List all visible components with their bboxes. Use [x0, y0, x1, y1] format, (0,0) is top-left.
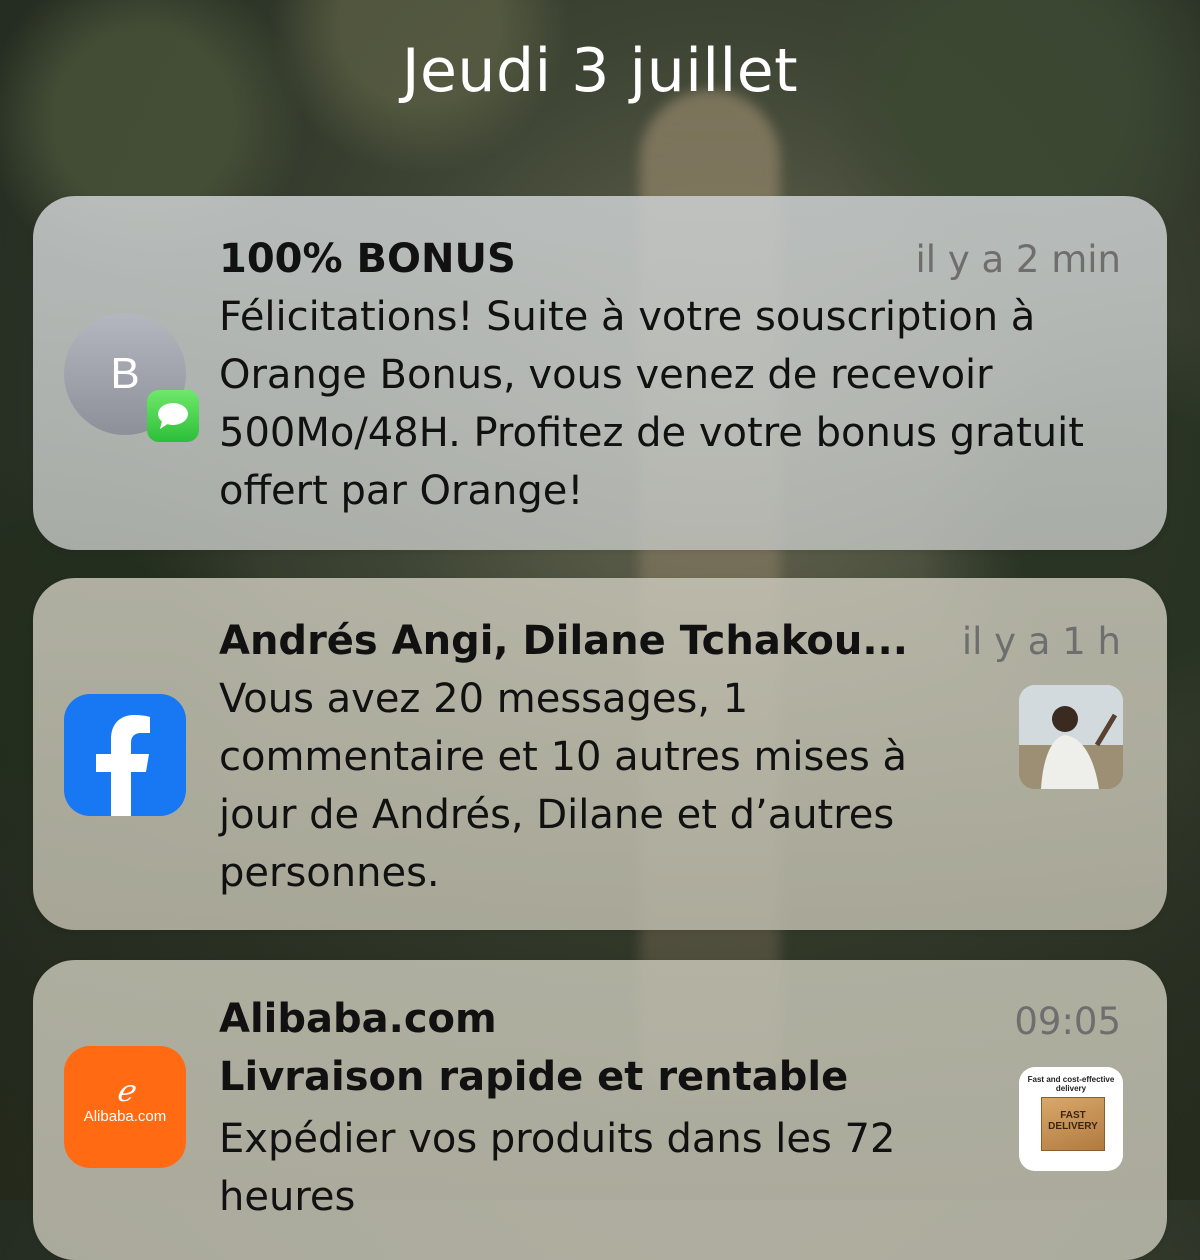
notification-facebook[interactable]: Andrés Angi, Dilane Tchakou... il y a 1 … — [33, 578, 1167, 930]
notification-body: Vous avez 20 messages, 1 commentaire et … — [219, 676, 908, 896]
notification-body: Expédier vos produits dans les 72 heures — [219, 1116, 896, 1220]
notification-title: Alibaba.com — [219, 996, 497, 1042]
notification-time: il y a 1 h — [961, 620, 1121, 663]
delivery-box-icon: FAST DELIVERY — [1041, 1097, 1105, 1151]
notification-subtitle: Livraison rapide et rentable — [219, 1054, 849, 1100]
avatar-letter: B — [110, 349, 140, 398]
message-bubble-icon — [147, 390, 199, 442]
thumbnail-caption: Fast and cost-effective delivery — [1027, 1075, 1115, 1093]
alibaba-icon: ℯ Alibaba.com — [64, 1046, 186, 1168]
alibaba-icon-text: Alibaba.com — [83, 1108, 167, 1125]
notification-thumbnail — [1019, 685, 1123, 789]
lockscreen-date: Jeudi 3 juillet — [401, 36, 799, 106]
notification-time: il y a 2 min — [915, 238, 1122, 281]
notification-time: 09:05 — [1014, 1000, 1121, 1043]
notification-title: Andrés Angi, Dilane Tchakou... — [219, 618, 908, 664]
notification-body: Félicitations! Suite à votre souscriptio… — [219, 294, 1084, 514]
notification-messages[interactable]: B 100% BONUS il y a 2 min Félicitations!… — [33, 196, 1167, 550]
facebook-icon — [64, 694, 186, 816]
box-label: FAST DELIVERY — [1048, 1110, 1098, 1132]
notification-title: 100% BONUS — [219, 236, 516, 282]
alibaba-logo-mark: ℯ — [116, 1075, 134, 1108]
notification-alibaba[interactable]: ℯ Alibaba.com Alibaba.com Livraison rapi… — [33, 960, 1167, 1260]
notification-thumbnail: Fast and cost-effective delivery FAST DE… — [1019, 1067, 1123, 1171]
